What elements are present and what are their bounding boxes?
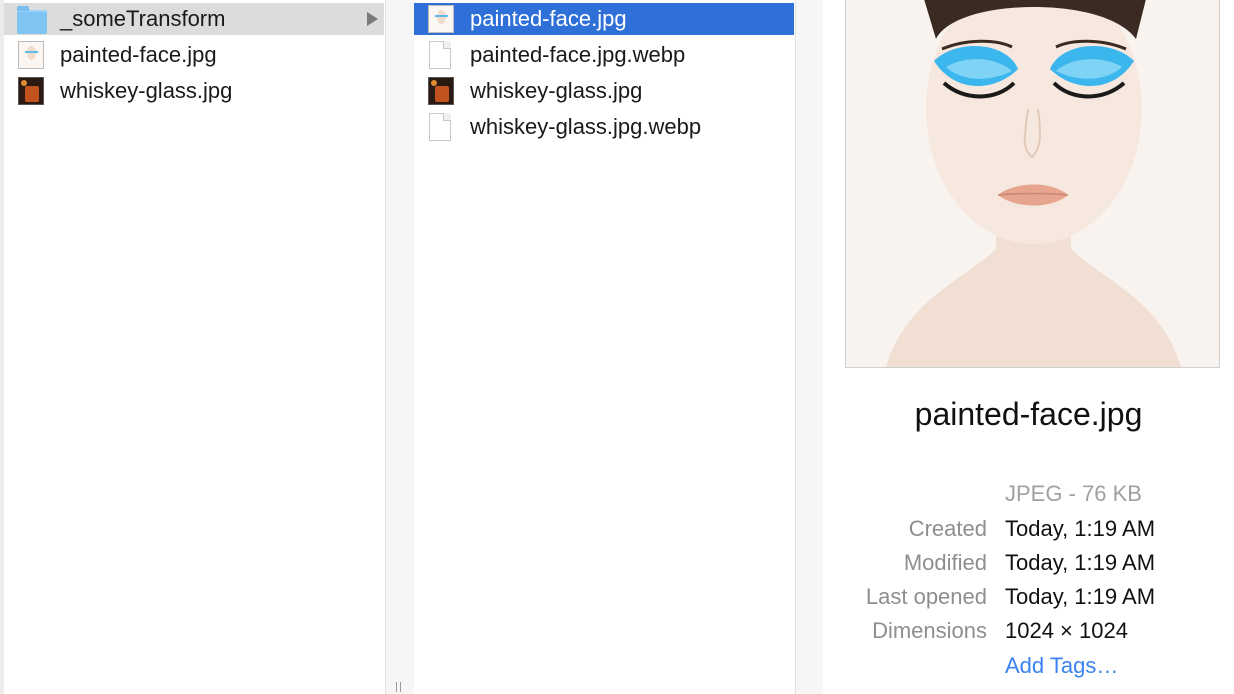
dimensions-label: Dimensions	[872, 618, 987, 643]
list-item-whiskey-glass[interactable]: whiskey-glass.jpg	[4, 75, 384, 107]
image-thumbnail-icon	[16, 41, 44, 69]
column-divider[interactable]	[385, 0, 415, 694]
file-kind-size: JPEG - 76 KB	[1005, 481, 1142, 506]
list-item-painted-face-webp[interactable]: painted-face.jpg.webp	[414, 39, 794, 71]
modified-value: Today, 1:19 AM	[1005, 550, 1156, 575]
dimensions-value: 1024 × 1024	[1005, 618, 1128, 643]
folder-icon	[16, 5, 47, 34]
document-icon	[426, 41, 454, 69]
list-item-painted-face[interactable]: painted-face.jpg	[4, 39, 384, 71]
column-parent: _someTransform painted-face.jpg whiskey-…	[0, 0, 384, 694]
list-item-label: whiskey-glass.jpg	[60, 78, 233, 103]
image-thumbnail-icon	[16, 77, 44, 105]
last-opened-value: Today, 1:19 AM	[1005, 584, 1156, 609]
created-value: Today, 1:19 AM	[1005, 516, 1156, 541]
list-item-label: whiskey-glass.jpg	[470, 78, 643, 103]
disclosure-arrow-icon	[367, 12, 378, 26]
preview-filename: painted-face.jpg	[914, 396, 1143, 432]
list-item-folder-sometransform[interactable]: _someTransform	[4, 3, 384, 35]
document-icon	[426, 113, 454, 141]
image-preview	[845, 0, 1220, 368]
last-opened-label: Last opened	[865, 584, 987, 609]
list-item-painted-face-selected[interactable]: painted-face.jpg	[414, 3, 794, 35]
column-divider[interactable]	[795, 0, 824, 694]
face-illustration	[846, 0, 1219, 367]
resize-grip-icon[interactable]	[395, 682, 403, 692]
column-folder-contents: painted-face.jpg painted-face.jpg.webp w…	[414, 0, 794, 694]
created-label: Created	[908, 516, 987, 541]
list-item-label: whiskey-glass.jpg.webp	[470, 114, 702, 139]
list-item-label: _someTransform	[60, 6, 226, 31]
modified-label: Modified	[903, 550, 987, 575]
image-thumbnail-icon	[426, 5, 454, 33]
list-item-whiskey-glass-webp[interactable]: whiskey-glass.jpg.webp	[414, 111, 794, 143]
list-item-whiskey-glass[interactable]: whiskey-glass.jpg	[414, 75, 794, 107]
list-item-label: painted-face.jpg	[470, 6, 627, 31]
image-thumbnail-icon	[426, 77, 454, 105]
list-item-label: painted-face.jpg	[60, 42, 217, 67]
add-tags-link[interactable]: Add Tags…	[1005, 651, 1118, 681]
list-item-label: painted-face.jpg.webp	[470, 42, 686, 67]
